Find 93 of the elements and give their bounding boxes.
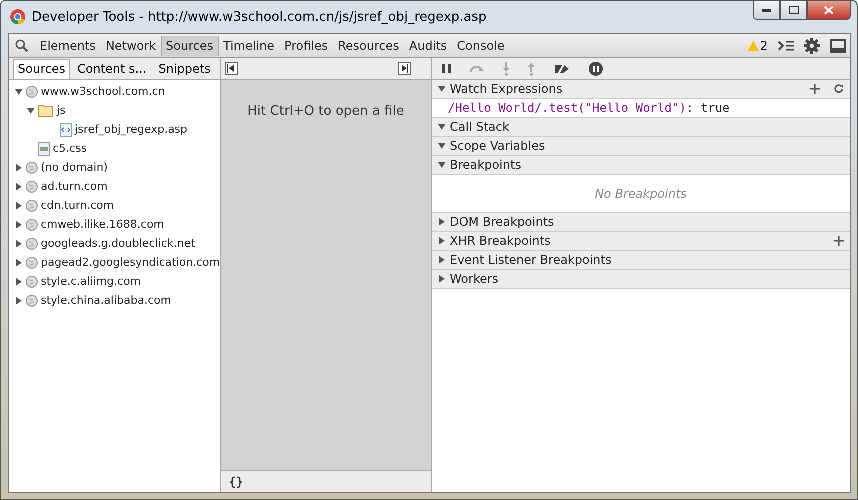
panel-tab[interactable]: Elements	[35, 36, 101, 56]
globe-icon	[26, 200, 38, 212]
panel-tab[interactable]: Sources	[161, 36, 219, 56]
minimize-icon	[762, 8, 771, 12]
globe-icon	[26, 294, 38, 306]
deactivate-breakpoints-icon[interactable]	[553, 62, 571, 74]
section-header[interactable]: XHR Breakpoints	[432, 232, 850, 251]
maximize-button[interactable]	[780, 1, 807, 20]
section-title: DOM Breakpoints	[450, 215, 556, 229]
section-header[interactable]: Scope Variables	[432, 137, 850, 156]
panel-tab[interactable]: Timeline	[218, 36, 280, 56]
collapsed-triangle-icon[interactable]	[15, 220, 23, 228]
add-icon[interactable]	[810, 84, 820, 94]
expanded-triangle-icon[interactable]	[438, 142, 446, 150]
minimize-button[interactable]	[753, 1, 780, 20]
panel-tab[interactable]: Profiles	[280, 36, 334, 56]
toggle-debugger-icon[interactable]	[398, 62, 411, 75]
section-title: Workers	[450, 272, 500, 286]
maximize-icon	[788, 6, 798, 14]
folder-icon	[38, 104, 54, 117]
tree-item-label[interactable]: jsref_obj_regexp.asp	[75, 123, 188, 136]
collapsed-triangle-icon[interactable]	[438, 256, 446, 264]
collapsed-triangle-icon[interactable]	[438, 218, 446, 226]
collapsed-triangle-icon[interactable]	[438, 275, 446, 283]
expanded-triangle-icon[interactable]	[438, 161, 446, 169]
collapsed-triangle-icon[interactable]	[15, 258, 23, 266]
expanded-triangle-icon[interactable]	[438, 123, 446, 131]
section-title: XHR Breakpoints	[450, 234, 552, 248]
collapsed-triangle-icon[interactable]	[15, 296, 23, 304]
globe-icon	[26, 256, 38, 268]
pretty-print-button[interactable]: {}	[227, 474, 246, 488]
section-title: Breakpoints	[450, 158, 522, 172]
collapsed-triangle-icon[interactable]	[15, 240, 23, 248]
warning-count[interactable]: 2	[760, 38, 768, 52]
tree-item-label[interactable]: style.c.aliimg.com	[41, 275, 142, 288]
section-header[interactable]: Workers	[432, 270, 850, 289]
close-icon	[824, 6, 834, 14]
tree-item-label[interactable]: cmweb.ilike.1688.com	[41, 218, 164, 231]
expanded-triangle-icon[interactable]	[438, 85, 446, 93]
collapsed-triangle-icon[interactable]	[15, 182, 23, 190]
tree-item-label[interactable]: ad.turn.com	[41, 180, 108, 193]
tree-item-label[interactable]: js	[57, 104, 66, 117]
tree-item-label[interactable]: googleads.g.doubleclick.net	[41, 237, 196, 250]
section-header[interactable]: Event Listener Breakpoints	[432, 251, 850, 270]
panel-tab[interactable]: Resources	[333, 36, 404, 56]
settings-icon[interactable]	[804, 38, 820, 54]
pause-icon[interactable]	[442, 64, 451, 73]
collapsed-triangle-icon[interactable]	[15, 202, 23, 210]
navigator-tab[interactable]: Content s...	[72, 59, 152, 79]
expanded-triangle-icon[interactable]	[27, 106, 35, 114]
refresh-icon[interactable]	[834, 84, 844, 94]
navigator-tab[interactable]: Sources	[13, 59, 70, 79]
globe-icon	[26, 238, 38, 250]
tree-item-label[interactable]: c5.css	[53, 142, 88, 155]
warning-icon	[748, 40, 760, 50]
tree-item-label[interactable]: www.w3school.com.cn	[41, 85, 166, 98]
collapsed-triangle-icon[interactable]	[438, 237, 446, 245]
css-file-icon	[38, 142, 50, 156]
console-drawer-icon[interactable]	[778, 40, 794, 52]
section-header[interactable]: DOM Breakpoints	[432, 213, 850, 232]
globe-icon	[26, 180, 38, 192]
section-header[interactable]: Breakpoints	[432, 156, 850, 175]
section-title: Event Listener Breakpoints	[450, 253, 613, 267]
close-button[interactable]	[807, 1, 851, 20]
tree-item-label[interactable]: cdn.turn.com	[41, 199, 114, 212]
section-title: Call Stack	[450, 120, 510, 134]
section-title: Scope Variables	[450, 139, 546, 153]
html-file-icon	[60, 122, 72, 136]
toggle-navigator-icon[interactable]	[225, 62, 238, 75]
open-file-hint: Hit Ctrl+O to open a file	[246, 104, 406, 121]
expanded-triangle-icon[interactable]	[15, 88, 23, 96]
window-title: Developer Tools - http://www.w3school.com.cn/js/jsref_obj_regexp.asp	[32, 10, 488, 24]
globe-icon	[26, 218, 38, 230]
add-icon[interactable]	[834, 236, 844, 246]
pause-on-exceptions-icon[interactable]	[589, 62, 603, 76]
panel-tab[interactable]: Audits	[404, 36, 452, 56]
globe-icon	[26, 162, 38, 174]
browser-logo-icon	[10, 9, 26, 25]
globe-icon	[26, 86, 38, 98]
collapsed-triangle-icon[interactable]	[15, 278, 23, 286]
collapsed-triangle-icon[interactable]	[15, 164, 23, 172]
panel-tab[interactable]: Console	[452, 36, 510, 56]
panel-tab[interactable]: Network	[100, 36, 162, 56]
tree-item-label[interactable]: style.china.alibaba.com	[41, 294, 172, 307]
navigator-tab[interactable]: Snippets	[154, 59, 216, 79]
section-title: Watch Expressions	[450, 82, 564, 96]
section-header[interactable]: Call Stack	[432, 118, 850, 137]
search-icon[interactable]	[15, 38, 29, 52]
globe-icon	[26, 276, 38, 288]
tree-item-label[interactable]: (no domain)	[41, 161, 108, 174]
tree-item-label[interactable]: pagead2.googlesyndication.com	[41, 256, 220, 269]
dock-icon[interactable]	[830, 38, 846, 52]
section-header[interactable]: Watch Expressions	[432, 80, 850, 99]
